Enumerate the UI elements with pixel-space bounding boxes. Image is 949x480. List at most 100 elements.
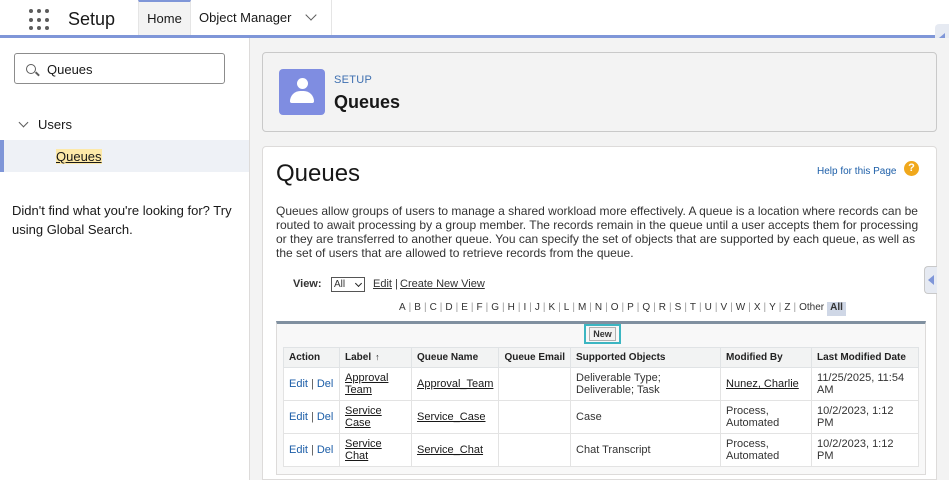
queue-label-link[interactable]: Service Case xyxy=(345,405,382,429)
alpha-separator: | xyxy=(485,302,489,313)
alpha-filter-c[interactable]: C xyxy=(430,302,437,316)
alpha-separator: | xyxy=(558,302,561,313)
tree-item-queues-label[interactable]: Queues xyxy=(56,149,102,164)
quick-find-input[interactable] xyxy=(47,60,217,78)
last-modified-cell: 10/2/2023, 1:12 PM xyxy=(811,400,919,434)
queue-name-link[interactable]: Service_Chat xyxy=(417,444,483,456)
page-eyebrow: SETUP xyxy=(334,74,373,86)
alpha-separator: | xyxy=(529,302,532,313)
queue-name-link[interactable]: Approval_Team xyxy=(417,378,493,390)
help-icon[interactable]: ? xyxy=(904,161,919,176)
edit-link[interactable]: Edit xyxy=(289,378,308,390)
alpha-filter-k[interactable]: K xyxy=(548,302,555,316)
view-label: View: xyxy=(293,278,322,290)
label-cell: Service Case xyxy=(339,400,412,434)
modified-by-value[interactable]: Nunez, Charlie xyxy=(726,378,799,390)
alpha-filter-all[interactable]: All xyxy=(827,302,846,316)
queue-label-link[interactable]: Service Chat xyxy=(345,438,382,462)
col-label[interactable]: Label ↑ xyxy=(339,347,412,368)
alpha-filter-g[interactable]: G xyxy=(491,302,499,316)
alpha-filter-y[interactable]: Y xyxy=(769,302,776,316)
col-queue-email[interactable]: Queue Email xyxy=(498,347,572,368)
delete-link[interactable]: Del xyxy=(317,411,334,423)
queue-label-link[interactable]: Approval Team xyxy=(345,372,388,396)
edit-link[interactable]: Edit xyxy=(289,411,308,423)
col-last-modified[interactable]: Last Modified Date xyxy=(811,347,919,368)
col-queue-name[interactable]: Queue Name xyxy=(410,347,500,368)
queue-name-cell: Service_Chat xyxy=(410,433,500,467)
new-queue-button[interactable]: New xyxy=(584,324,621,344)
action-separator: | xyxy=(310,378,314,390)
alpha-filter-s[interactable]: S xyxy=(675,302,682,316)
table-row: Edit | Del Service Case Service_Case Case Proc… xyxy=(283,400,919,434)
col-modified-by[interactable]: Modified By xyxy=(720,347,813,368)
queue-email-cell xyxy=(498,367,572,401)
edit-view-link[interactable]: Edit xyxy=(373,278,392,290)
app-title: Setup xyxy=(68,9,116,29)
tree-item-queues[interactable]: Queues xyxy=(0,140,249,172)
alpha-separator: | xyxy=(669,302,672,313)
col-supported-objects[interactable]: Supported Objects xyxy=(570,347,722,368)
view-separator: | xyxy=(395,278,398,290)
alpha-separator: | xyxy=(730,302,733,313)
alpha-filter-h[interactable]: H xyxy=(508,302,515,316)
edit-link[interactable]: Edit xyxy=(289,444,308,456)
modified-by-cell: Nunez, Charlie xyxy=(720,367,813,401)
alpha-separator: | xyxy=(653,302,656,313)
alpha-filter-n[interactable]: N xyxy=(595,302,602,316)
page-header: SETUP Queues xyxy=(262,52,937,132)
alpha-filter-p[interactable]: P xyxy=(627,302,634,316)
waffle-grid-icon[interactable] xyxy=(29,9,51,31)
alpha-separator: | xyxy=(699,302,702,313)
alpha-filter-other[interactable]: Other xyxy=(799,302,824,316)
action-cell: Edit | Del xyxy=(283,400,340,434)
tab-home[interactable]: Home xyxy=(138,0,191,35)
alpha-separator: | xyxy=(748,302,751,313)
tab-object-manager[interactable]: Object Manager xyxy=(191,0,332,35)
new-queue-button-label: New xyxy=(589,327,616,341)
alphabet-filter: A | B | C | D | E | F | G | H | I | J | K | L | M | N | O | P | Q | R | S | T |… xyxy=(399,302,846,316)
search-icon xyxy=(26,64,36,74)
alpha-filter-q[interactable]: Q xyxy=(642,302,650,316)
content-title: Queues xyxy=(276,160,361,187)
alpha-filter-r[interactable]: R xyxy=(659,302,666,316)
alpha-filter-u[interactable]: U xyxy=(705,302,712,316)
queue-name-link[interactable]: Service_Case xyxy=(417,411,485,423)
queue-name-cell: Service_Case xyxy=(410,400,500,434)
table-row: Edit | Del Approval Team Approval_Team Delive… xyxy=(283,367,919,401)
modified-by-value: Process, Automated xyxy=(726,405,780,429)
alpha-filter-a[interactable]: A xyxy=(399,302,406,316)
alpha-filter-w[interactable]: W xyxy=(736,302,745,316)
view-select[interactable]: All xyxy=(331,277,365,292)
alpha-separator: | xyxy=(542,302,546,313)
alpha-filter-d[interactable]: D xyxy=(445,302,452,316)
create-new-view-link[interactable]: Create New View xyxy=(400,278,485,290)
queue-email-cell xyxy=(498,433,572,467)
table-header-row: Action Label ↑ Queue Name Queue Email Sup… xyxy=(283,347,919,368)
queue-email-cell xyxy=(498,400,572,434)
alpha-filter-o[interactable]: O xyxy=(611,302,619,316)
chevron-down-icon[interactable] xyxy=(305,9,317,21)
supported-objects-cell: Case xyxy=(570,400,722,434)
chevron-down-icon[interactable] xyxy=(18,117,29,128)
alpha-separator: | xyxy=(502,302,505,313)
alpha-filter-v[interactable]: V xyxy=(720,302,727,316)
collapse-panel-handle[interactable] xyxy=(924,266,937,294)
action-cell: Edit | Del xyxy=(283,367,340,401)
help-for-page-link[interactable]: Help for this Page xyxy=(817,166,897,177)
delete-link[interactable]: Del xyxy=(317,378,334,390)
main-content: SETUP Queues Queues Help for this Page ?… xyxy=(250,38,949,480)
alpha-filter-x[interactable]: X xyxy=(754,302,761,316)
alpha-filter-m[interactable]: M xyxy=(578,302,586,316)
user-icon xyxy=(279,69,325,115)
alpha-filter-b[interactable]: B xyxy=(414,302,421,316)
action-cell: Edit | Del xyxy=(283,433,340,467)
alpha-separator: | xyxy=(470,302,474,313)
page-title: Queues xyxy=(334,92,401,112)
alpha-separator: | xyxy=(605,302,608,313)
label-cell: Approval Team xyxy=(339,367,412,401)
delete-link[interactable]: Del xyxy=(317,444,334,456)
alpha-filter-e[interactable]: E xyxy=(461,302,468,316)
tab-object-manager-label: Object Manager xyxy=(199,10,292,25)
quick-find-box[interactable] xyxy=(14,53,225,84)
